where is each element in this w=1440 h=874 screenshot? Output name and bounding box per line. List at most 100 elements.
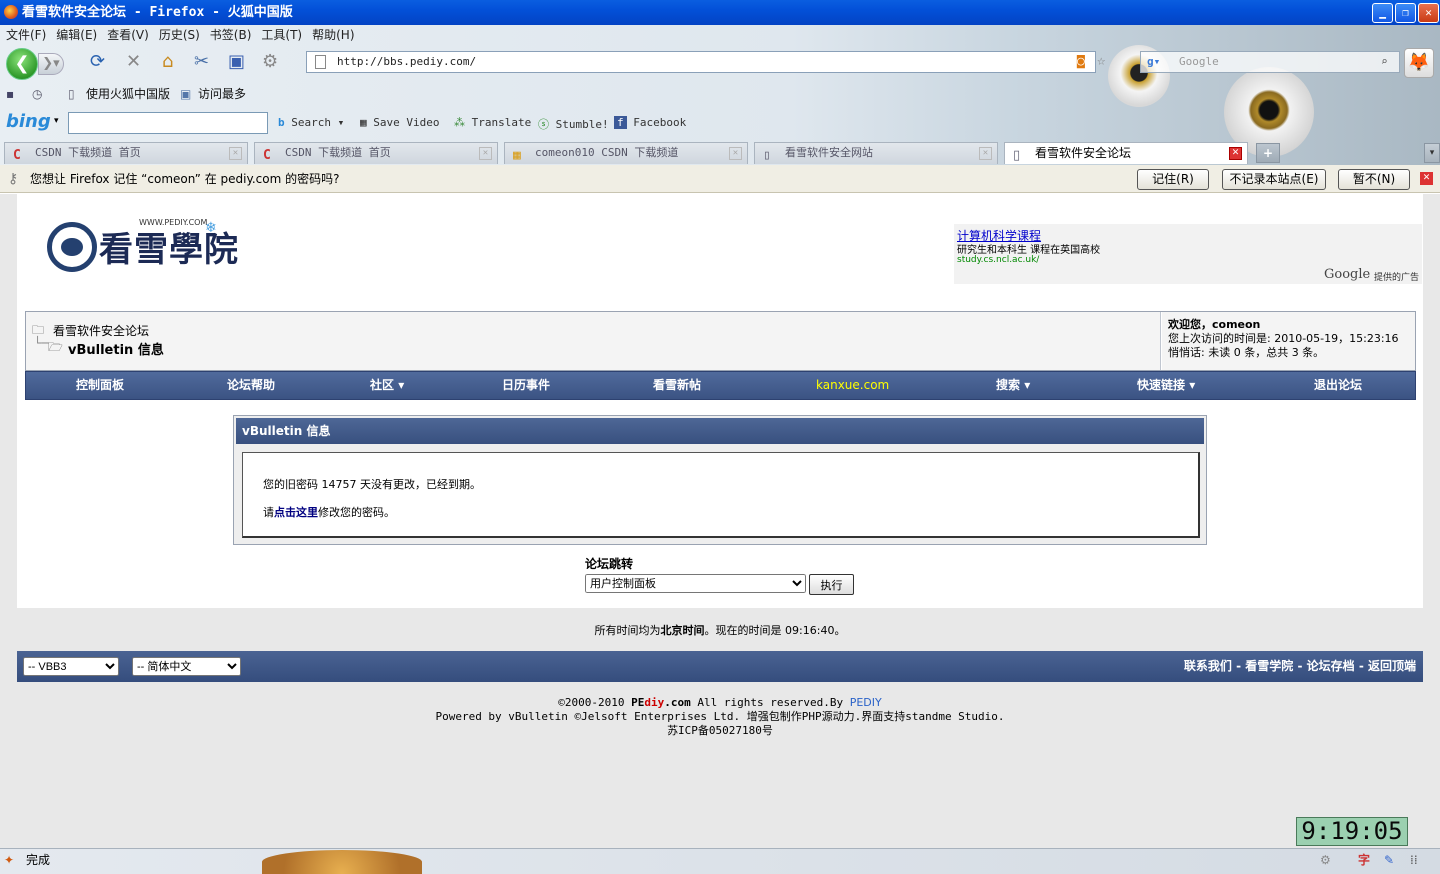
message-body: 您的旧密码 14757 天没有更改，已经到期。 请点击这里修改您的密码。	[242, 452, 1200, 538]
save-video-button[interactable]: ▦ Save Video	[360, 116, 439, 129]
bookmark-star-icon[interactable]: ▪	[6, 82, 14, 106]
menu-help[interactable]: 帮助(H)	[312, 28, 354, 42]
stumble-button[interactable]: ⓢ Stumble!	[538, 116, 609, 132]
nav-forum-help[interactable]: 论坛帮助	[227, 372, 275, 399]
bing-search-input[interactable]	[68, 112, 268, 134]
not-now-button[interactable]: 暂不(N)	[1338, 169, 1410, 190]
bookmark-most-visited[interactable]: 访问最多	[198, 82, 246, 106]
click-here-link[interactable]: 点击这里	[274, 506, 318, 519]
address-bar[interactable]: http://bbs.pediy.com/ ◙ ☆	[306, 51, 1105, 73]
remember-button[interactable]: 记住(R)	[1137, 169, 1209, 190]
nav-search[interactable]: 搜索 ▾	[996, 372, 1030, 399]
cut-icon[interactable]: ✂	[194, 49, 209, 75]
addon-icon[interactable]: ⚙	[262, 49, 278, 75]
forum-jump-select[interactable]: 用户控制面板	[585, 574, 806, 593]
clock-icon[interactable]: ◷	[32, 82, 42, 106]
fox-addon-icon[interactable]: 🦊	[1404, 48, 1434, 78]
tab-csdn-3[interactable]: ▦ comeon010 CSDN 下载频道 ✕	[504, 142, 748, 164]
nav-calendar[interactable]: 日历事件	[502, 372, 550, 399]
footer-bar: -- VBB3 -- 简体中文 联系我们 - 看雪学院 - 论坛存档 - 返回顶…	[17, 651, 1423, 682]
forward-button[interactable]: ❯▾	[38, 53, 64, 75]
bing-search-button[interactable]: b Search ▾	[278, 116, 344, 129]
close-icon[interactable]: ✕	[1420, 172, 1433, 185]
ad-link[interactable]: study.cs.ncl.ac.uk/	[957, 255, 1039, 265]
bing-toolbar: bing ▾ b Search ▾ ▦ Save Video ⁂ Transla…	[0, 109, 720, 137]
nav-control-panel[interactable]: 控制面板	[76, 372, 124, 399]
reload-icon[interactable]: ⟳	[90, 49, 105, 75]
folder-icon: ▦	[513, 148, 521, 163]
language-select[interactable]: -- 简体中文	[132, 657, 241, 676]
stop-icon[interactable]: ✕	[126, 49, 141, 75]
new-tab-button[interactable]: +	[1256, 143, 1280, 163]
menu-file[interactable]: 文件(F)	[6, 28, 46, 42]
footer-kanxue[interactable]: 看雪学院	[1245, 659, 1293, 673]
password-notification-bar: ⚷ 您想让 Firefox 记住 “comeon” 在 pediy.com 的密…	[0, 165, 1440, 193]
chevron-down-icon[interactable]: ▾	[54, 116, 59, 126]
nav-quick-links[interactable]: 快速链接 ▾	[1137, 372, 1195, 399]
google-logo: Google	[1324, 267, 1371, 282]
breadcrumb-root[interactable]: 看雪软件安全论坛	[53, 322, 149, 339]
nav-new-posts[interactable]: 看雪新帖	[653, 372, 701, 399]
page-icon	[315, 55, 326, 69]
site-logo[interactable]: 看雪學院	[99, 222, 239, 271]
menu-tools[interactable]: 工具(T)	[261, 28, 302, 42]
translate-button[interactable]: ⁂ Translate	[454, 116, 531, 129]
menu-bookmarks[interactable]: 书签(B)	[210, 28, 252, 42]
menu-view[interactable]: 查看(V)	[107, 28, 149, 42]
page-icon: ▯	[1013, 148, 1021, 163]
message-header: vBulletin 信息	[236, 418, 1204, 444]
search-box[interactable]: g▾ Google ⌕	[1140, 51, 1400, 73]
forum-jump-go-button[interactable]: 执行	[809, 574, 854, 595]
tab-close-icon[interactable]: ✕	[1229, 147, 1242, 160]
tab-csdn-2[interactable]: C CSDN 下载频道 首页 ✕	[254, 142, 498, 164]
footer-archive[interactable]: 论坛存档	[1307, 659, 1355, 673]
star-icon[interactable]: ☆	[1097, 51, 1105, 71]
copyright-line-2: Powered by vBulletin ©Jelsoft Enterprise…	[435, 710, 1005, 723]
tab-csdn-1[interactable]: C CSDN 下载频道 首页 ✕	[4, 142, 248, 164]
footer-top[interactable]: 返回顶端	[1368, 659, 1416, 673]
nav-logout[interactable]: 退出论坛	[1314, 372, 1362, 399]
chevron-down-icon: ▾	[1189, 378, 1196, 392]
message-line-2: 请点击这里修改您的密码。	[263, 506, 395, 519]
close-button[interactable]: ✕	[1418, 3, 1439, 23]
breadcrumb-current: vBulletin 信息	[68, 343, 164, 358]
breadcrumb-box: 🗀 看雪软件安全论坛 └─ 🗁 vBulletin 信息 欢迎您，comeon …	[25, 311, 1416, 371]
film-icon: ▦	[360, 116, 374, 129]
nav-kanxue[interactable]: kanxue.com	[816, 372, 889, 399]
never-remember-button[interactable]: 不记录本站点(E)	[1222, 169, 1326, 190]
menu-history[interactable]: 历史(S)	[159, 28, 200, 42]
tool-status-icon[interactable]: ✎	[1384, 849, 1394, 871]
tab-kanxue-site[interactable]: ▯ 看雪软件安全网站 ✕	[754, 142, 998, 164]
private-messages[interactable]: 悄悄话: 未读 0 条，总共 3 条。	[1168, 346, 1415, 360]
forum-navbar: 控制面板 论坛帮助 社区 ▾ 日历事件 看雪新帖 kanxue.com 搜索 ▾…	[25, 371, 1416, 400]
screenshot-icon[interactable]: ▣	[228, 49, 245, 75]
tab-kanxue-forum[interactable]: ▯ 看雪软件安全论坛 ✕	[1004, 142, 1248, 164]
folder-open-icon: 🗁	[48, 340, 63, 354]
copyright-line-1: ©2000-2010 PEdiy.com All rights reserved…	[558, 696, 882, 709]
tab-close-icon[interactable]: ✕	[729, 147, 742, 160]
back-button[interactable]: ❮	[6, 48, 38, 80]
site-header: WWW.PEDIY.COM 看雪學院 ❄ 计算机科学课程 研究生和本科生 课程在…	[17, 194, 1423, 297]
fox-status-icon: ✦	[4, 853, 15, 867]
tab-close-icon[interactable]: ✕	[479, 147, 492, 160]
mascot-acorn-icon	[262, 850, 422, 874]
addon-status-icon[interactable]: ⚙	[1320, 849, 1331, 871]
minimize-button[interactable]: ▁	[1372, 3, 1393, 23]
page-content: WWW.PEDIY.COM 看雪學院 ❄ 计算机科学课程 研究生和本科生 课程在…	[0, 194, 1440, 848]
magnifier-icon[interactable]: ⌕	[1381, 52, 1388, 72]
maximize-button[interactable]: ❐	[1395, 3, 1416, 23]
tab-close-icon[interactable]: ✕	[979, 147, 992, 160]
style-select[interactable]: -- VBB3	[23, 657, 119, 676]
pediy-link[interactable]: PEDIY	[850, 696, 882, 709]
input-method-icon[interactable]: 字	[1358, 849, 1370, 871]
last-visit: 您上次访问的时间是: 2010-05-19，15:23:16	[1168, 332, 1399, 345]
facebook-button[interactable]: f Facebook	[614, 116, 686, 129]
tab-list-button[interactable]: ▾	[1424, 143, 1440, 163]
rss-icon[interactable]: ◙	[1077, 52, 1085, 72]
bookmark-firefox-cn[interactable]: 使用火狐中国版	[86, 82, 170, 106]
footer-contact[interactable]: 联系我们	[1184, 659, 1232, 673]
tab-close-icon[interactable]: ✕	[229, 147, 242, 160]
menu-edit[interactable]: 编辑(E)	[56, 28, 97, 42]
home-icon[interactable]: ⌂	[162, 49, 173, 75]
nav-community[interactable]: 社区 ▾	[370, 372, 404, 399]
